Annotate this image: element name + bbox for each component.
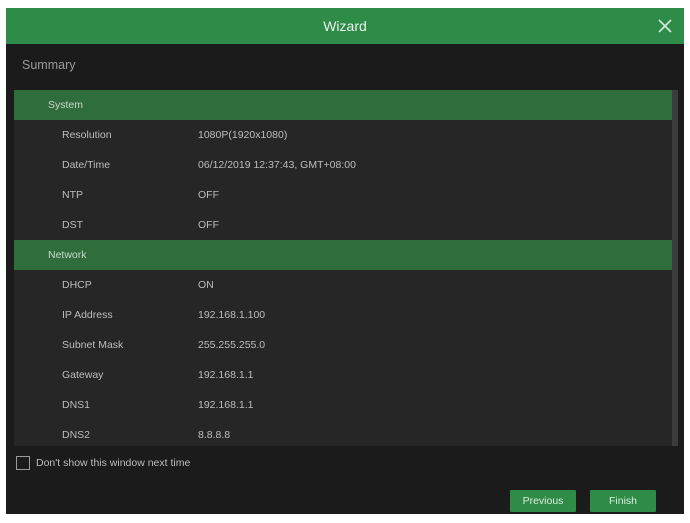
row-ip-address: IP Address 192.168.1.100	[14, 300, 672, 330]
row-value: 192.168.1.1	[198, 399, 254, 411]
row-label: Gateway	[62, 369, 104, 381]
row-value: OFF	[198, 189, 219, 201]
row-value: ON	[198, 279, 214, 291]
row-dns1: DNS1 192.168.1.1	[14, 390, 672, 420]
scrollbar[interactable]	[672, 90, 678, 446]
row-value: 1080P(1920x1080)	[198, 129, 288, 141]
row-label: DNS1	[62, 399, 91, 411]
row-dns2: DNS2 8.8.8.8	[14, 420, 672, 446]
wizard-window: Wizard Summary System Resolution 1080P(1…	[6, 8, 684, 514]
row-value: 255.255.255.0	[198, 339, 266, 351]
row-dhcp: DHCP ON	[14, 270, 672, 300]
group-header-system: System	[14, 90, 672, 120]
row-label: Date/Time	[62, 159, 111, 171]
row-label: IP Address	[62, 309, 113, 321]
row-date-time: Date/Time 06/12/2019 12:37:43, GMT+08:00	[14, 150, 672, 180]
close-icon[interactable]	[656, 17, 674, 35]
row-resolution: Resolution 1080P(1920x1080)	[14, 120, 672, 150]
finish-button[interactable]: Finish	[590, 490, 656, 512]
dont-show-again-label[interactable]: Don't show this window next time	[36, 456, 190, 470]
window-title: Wizard	[323, 18, 367, 34]
row-gateway: Gateway 192.168.1.1	[14, 360, 672, 390]
row-dst: DST OFF	[14, 210, 672, 240]
group-header-network: Network	[14, 240, 672, 270]
row-value: 06/12/2019 12:37:43, GMT+08:00	[198, 159, 356, 171]
scrollbar-thumb[interactable]	[672, 90, 678, 446]
row-value: OFF	[198, 219, 219, 231]
row-label: Resolution	[62, 129, 112, 141]
row-label: DNS2	[62, 429, 91, 441]
dont-show-again-checkbox[interactable]	[16, 456, 30, 470]
title-bar: Wizard	[6, 8, 684, 44]
row-value: 192.168.1.1	[198, 369, 254, 381]
row-ntp: NTP OFF	[14, 180, 672, 210]
row-label: DST	[62, 219, 83, 231]
row-label: DHCP	[62, 279, 92, 291]
row-label: NTP	[62, 189, 83, 201]
row-value: 8.8.8.8	[198, 429, 231, 441]
summary-panel: System Resolution 1080P(1920x1080) Date/…	[14, 90, 678, 446]
summary-list: System Resolution 1080P(1920x1080) Date/…	[14, 90, 672, 446]
row-label: Subnet Mask	[62, 339, 124, 351]
summary-label: Summary	[22, 58, 76, 72]
row-value: 192.168.1.100	[198, 309, 266, 321]
row-subnet-mask: Subnet Mask 255.255.255.0	[14, 330, 672, 360]
previous-button[interactable]: Previous	[510, 490, 576, 512]
